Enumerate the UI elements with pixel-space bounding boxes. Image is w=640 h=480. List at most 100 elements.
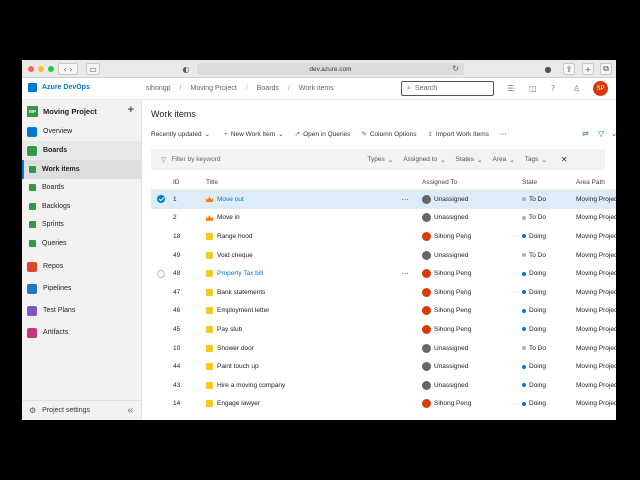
task-icon [206,288,213,296]
work-item-title[interactable]: Hire a moving company [217,382,285,389]
cell-title[interactable]: Range hood [206,232,422,240]
open-in-queries-button[interactable]: ↗ Open in Queries [295,130,351,139]
column-header-assigned[interactable]: Assigned To [422,179,522,186]
cell-title[interactable]: Shower door [206,344,422,352]
filter-keyword-input[interactable]: Filter by keyword [171,156,367,163]
column-header-id[interactable]: ID [171,179,206,186]
work-item-title[interactable]: Engage lawyer [217,400,260,407]
column-header-area[interactable]: Area Path [576,179,616,186]
breadcrumb-project[interactable]: Moving Project [190,85,236,92]
table-row[interactable]: 47 Bank statements Sihong Peng Doing Moving … [151,283,616,302]
user-settings-icon[interactable]: ♙ [573,84,580,93]
work-item-title[interactable]: Void cheque [217,252,253,259]
sidebar-item-artifacts[interactable]: Artifacts [22,322,141,344]
work-item-title[interactable]: Shower door [217,345,254,352]
filter-tags-dropdown[interactable]: Tags ⌄ [525,156,547,164]
filter-assigned-dropdown[interactable]: Assigned to ⌄ [403,156,445,164]
cell-title[interactable]: Move out [206,196,422,203]
table-row[interactable]: 1 Move out Unassigned To Do Moving Project ⋯ [151,190,616,209]
table-row[interactable]: 2 Move in Unassigned To Do Moving Project [151,209,616,228]
table-row[interactable]: 46 Employment letter Sihong Peng Doing Movin… [151,302,616,321]
work-item-title[interactable]: Property Tax bill [217,270,263,277]
breadcrumb-work-items[interactable]: Work items [299,85,334,92]
cell-title[interactable]: Move in [206,214,422,221]
sidebar-item-overview[interactable]: Overview [22,122,141,141]
collapse-sidebar-icon[interactable]: « [127,405,133,416]
table-row[interactable]: 48 Property Tax bill Sihong Peng Doing Movin… [151,264,616,283]
sidebar-toggle-icon[interactable]: ▭ [86,63,100,75]
column-header-state[interactable]: State [522,179,576,186]
more-actions-icon[interactable]: ⋯ [401,195,409,204]
cell-title[interactable]: Property Tax bill [206,270,422,278]
tabs-overview-icon[interactable]: ⧉ [600,63,612,75]
more-actions-icon[interactable]: ⋯ [401,269,409,278]
project-settings-button[interactable]: ⚙ Project settings « [22,400,141,420]
sidebar-item-backlogs[interactable]: Backlogs [22,197,141,216]
breadcrumb-org[interactable]: sihongp [146,85,171,92]
back-forward-buttons[interactable]: ‹ › [58,63,78,75]
more-actions-icon[interactable]: ⋯ [500,130,507,138]
search-input[interactable]: ⌕ Search [401,81,494,96]
sidebar-item-work-items[interactable]: Work items [22,160,141,179]
share-icon[interactable]: ⇪ [563,63,575,75]
task-list-icon[interactable]: ☰ [507,84,514,93]
close-window-button[interactable] [28,66,34,72]
work-item-title[interactable]: Pay stub [217,326,242,333]
brand[interactable]: Azure DevOps [28,83,90,92]
fullscreen-icon[interactable]: ⤢ [613,129,616,139]
cell-title[interactable]: Bank statements [206,288,422,296]
avatar[interactable]: SP [593,81,608,96]
minimize-window-button[interactable] [38,66,44,72]
sidebar-item-boards[interactable]: Boards [22,141,141,160]
cell-title[interactable]: Paint touch up [206,363,422,371]
filter-states-dropdown[interactable]: States ⌄ [456,156,483,164]
table-row[interactable]: 49 Void cheque Unassigned To Do Moving Proje… [151,246,616,265]
work-item-title[interactable]: Bank statements [217,289,265,296]
filter-types-dropdown[interactable]: Types ⌄ [367,156,393,164]
add-icon[interactable]: + [128,104,134,116]
new-work-item-button[interactable]: + New Work Item ⌄ [224,130,284,139]
sidebar-item-repos[interactable]: Repos [22,256,141,278]
work-item-title[interactable]: Paint touch up [217,363,259,370]
sidebar-item-pipelines[interactable]: Pipelines [22,278,141,300]
sidebar-item-boards-sub[interactable]: Boards [22,179,141,198]
cell-title[interactable]: Engage lawyer [206,400,422,408]
privacy-icon[interactable]: ◐ [180,63,192,75]
row-checkbox[interactable] [157,269,165,278]
column-options-button[interactable]: ✎ Column Options [361,130,416,139]
cell-title[interactable]: Pay stub [206,325,422,333]
downloads-icon[interactable]: ● [542,63,554,75]
row-checkbox[interactable] [157,195,165,204]
filter-area-dropdown[interactable]: Area ⌄ [493,156,515,164]
table-row[interactable]: 45 Pay stub Sihong Peng Doing Moving Project [151,320,616,339]
work-item-title[interactable]: Move in [217,214,240,221]
project-selector[interactable]: MP Moving Project + [22,100,141,122]
maximize-window-button[interactable] [48,66,54,72]
view-selector[interactable]: Recently updated ⌄ [151,130,210,139]
filter-icon[interactable]: ▽ [598,129,604,138]
close-filter-icon[interactable]: ✕ [561,155,568,164]
marketplace-icon[interactable]: ◫ [529,84,537,93]
work-item-title[interactable]: Move out [217,196,244,203]
work-item-title[interactable]: Range hood [217,233,252,240]
table-row[interactable]: 10 Shower door Unassigned To Do Moving Proje… [151,339,616,358]
breadcrumb-boards[interactable]: Boards [257,85,279,92]
new-tab-icon[interactable]: + [582,63,594,75]
view-options-icon[interactable]: ⇌ [582,129,589,138]
table-row[interactable]: 14 Engage lawyer Sihong Peng Doing Moving Pr… [151,395,616,414]
address-bar[interactable]: dev.azure.com ↻ [197,63,464,75]
work-item-title[interactable]: Employment letter [217,307,269,314]
cell-title[interactable]: Employment letter [206,307,422,315]
sidebar-item-queries[interactable]: Queries [22,234,141,253]
cell-title[interactable]: Hire a moving company [206,381,422,389]
cell-title[interactable]: Void cheque [206,251,422,259]
table-row[interactable]: 44 Paint touch up Unassigned Doing Moving Pr… [151,357,616,376]
table-row[interactable]: 43 Hire a moving company Unassigned Doing Mo… [151,376,616,395]
import-work-items-button[interactable]: ⇪ Import Work Items [427,130,488,139]
table-row[interactable]: 18 Range hood Sihong Peng Doing Moving Proje… [151,227,616,246]
sidebar-item-sprints[interactable]: Sprints [22,216,141,235]
reload-icon[interactable]: ↻ [452,64,459,73]
help-icon[interactable]: ? [551,84,555,93]
column-header-title[interactable]: Title [206,179,422,186]
sidebar-item-test-plans[interactable]: Test Plans [22,300,141,322]
